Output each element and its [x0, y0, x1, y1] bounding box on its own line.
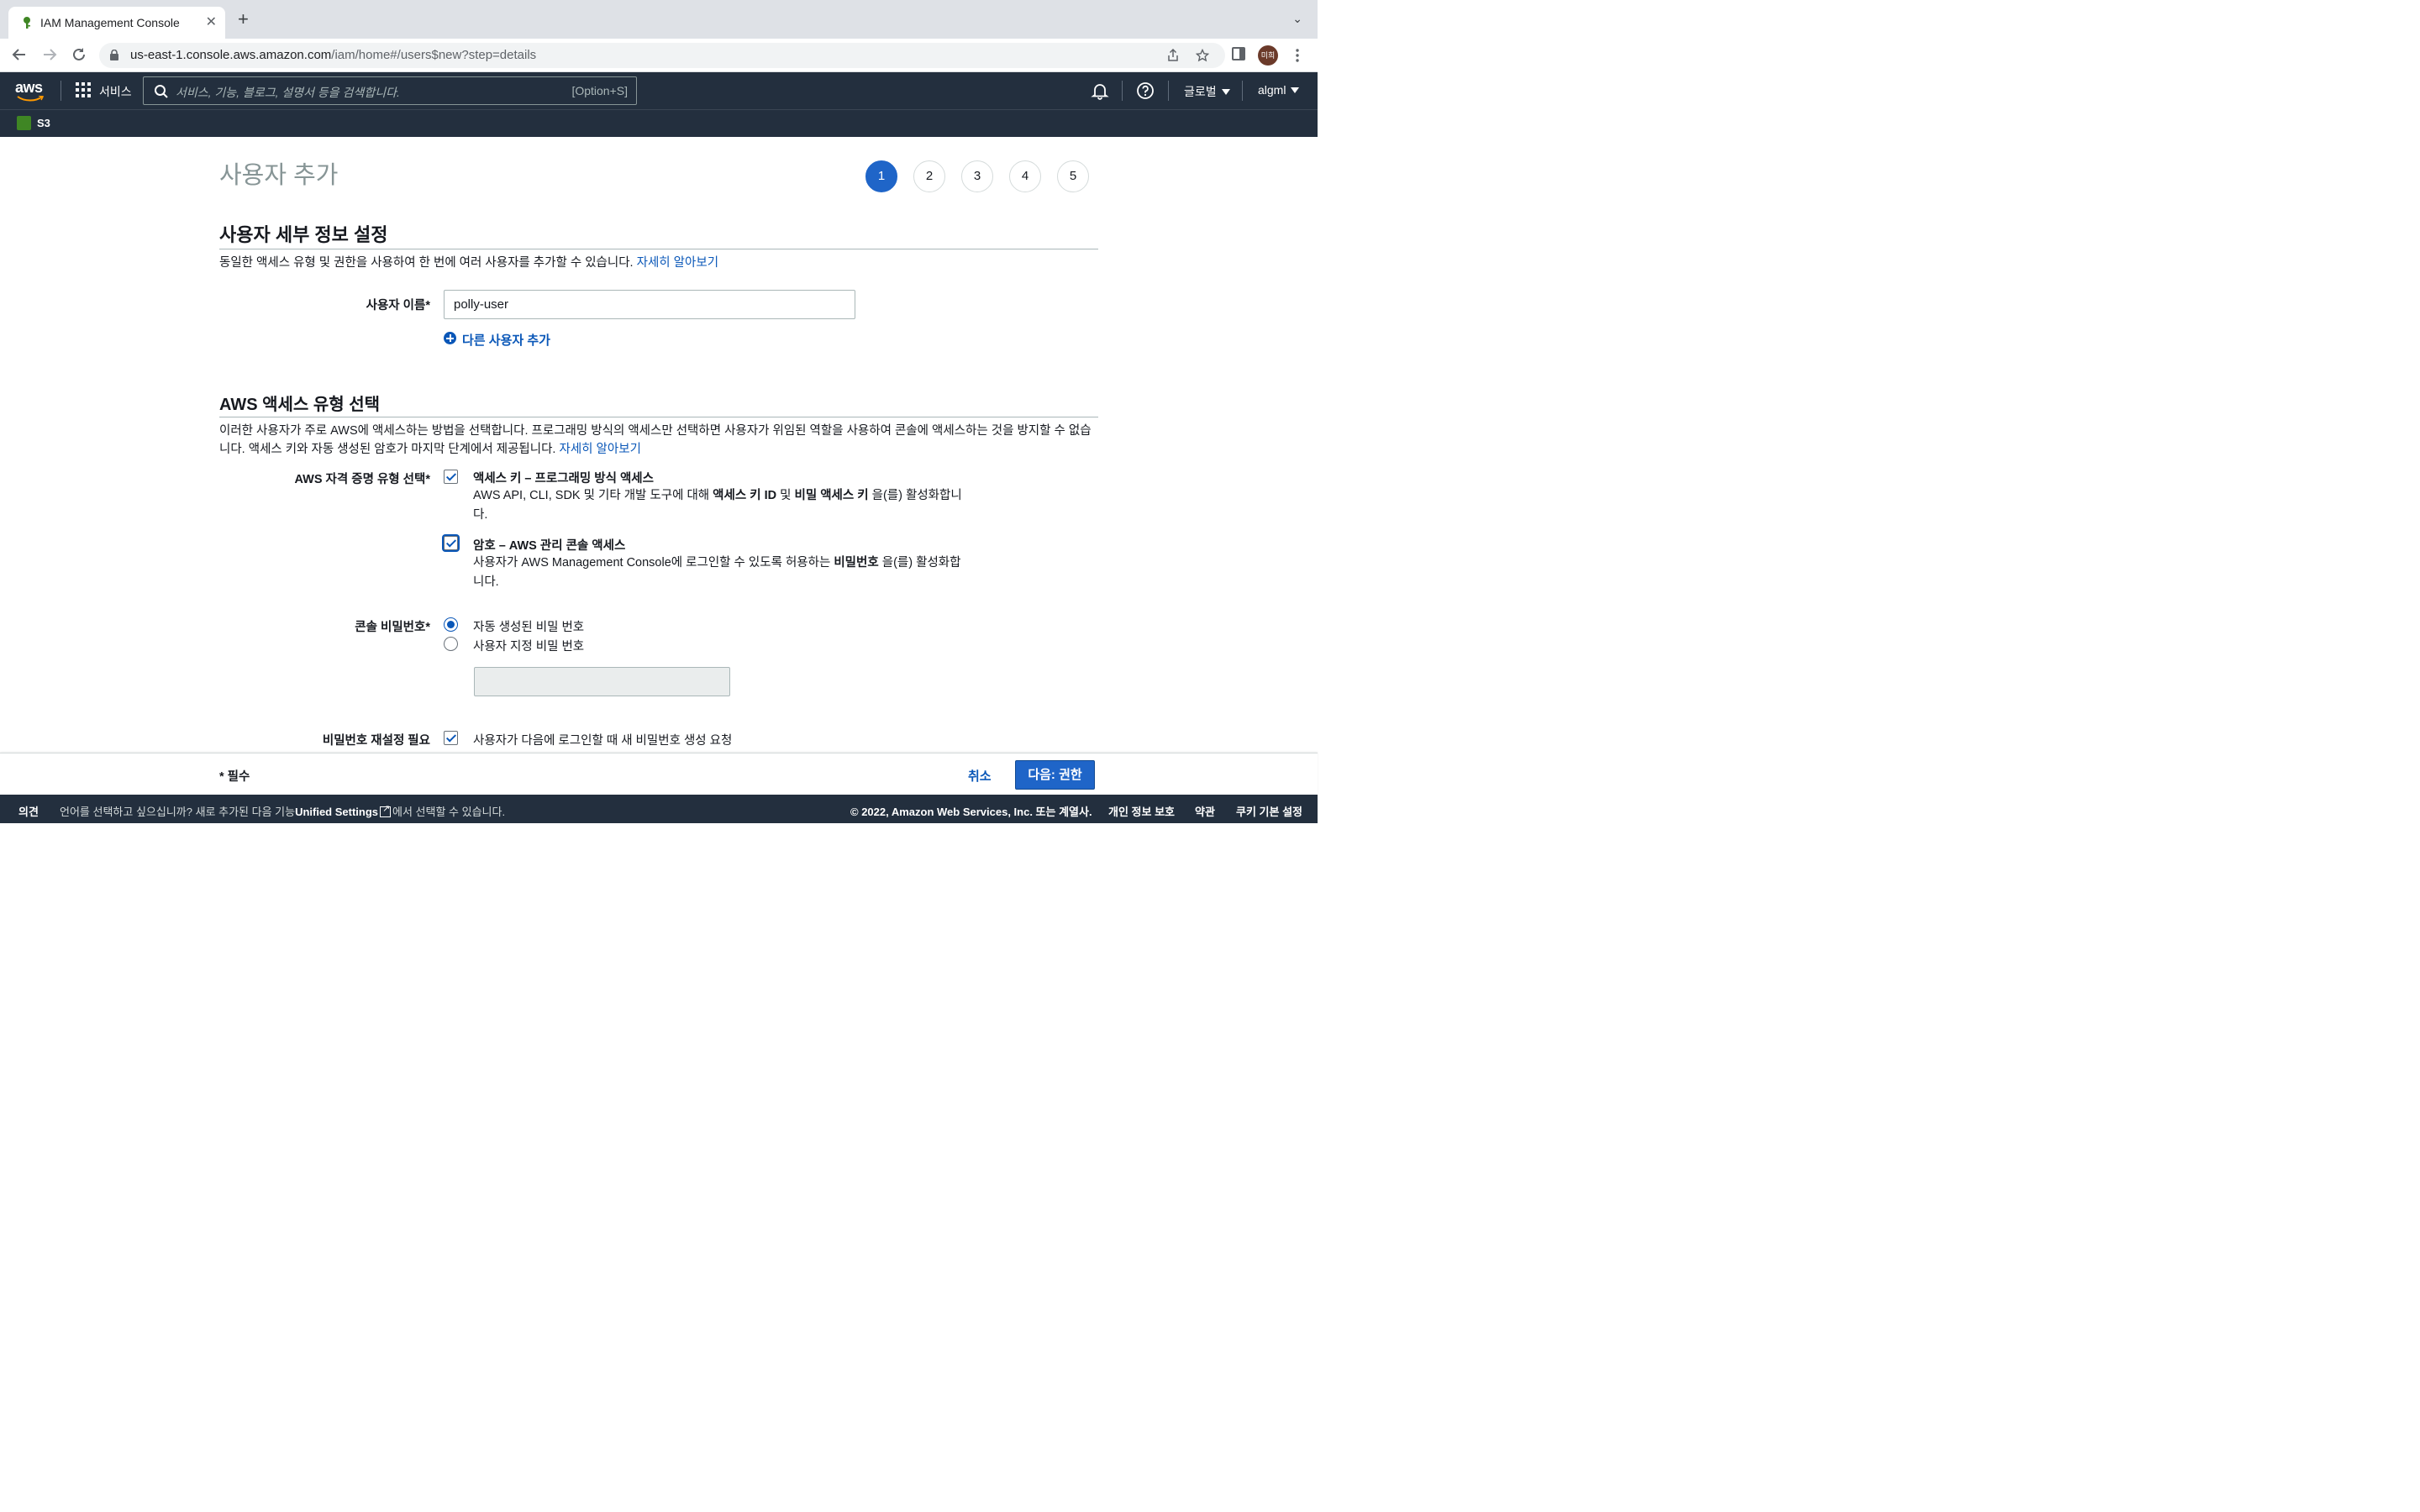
- custom-password-input: [474, 667, 730, 696]
- close-tab-icon[interactable]: ✕: [206, 13, 217, 30]
- profile-avatar[interactable]: 미희: [1258, 45, 1278, 66]
- iam-favicon-icon: [24, 17, 30, 29]
- reset-password-label: 비밀번호 재설정 필요: [322, 734, 430, 748]
- details-section-title: 사용자 세부 정보 설정: [219, 224, 388, 245]
- search-icon: [155, 85, 168, 98]
- reset-password-checkbox[interactable]: [444, 731, 458, 745]
- access-key-option-desc: AWS API, CLI, SDK 및 기타 개발 도구에 대해 액세스 키 I…: [473, 489, 962, 522]
- aws-logo[interactable]: aws: [15, 79, 47, 102]
- lock-icon: [110, 50, 118, 60]
- main-content: 사용자 추가 1 2 3 4 5 사용자 세부 정보 설정 동일한 액세스 유형…: [0, 137, 1318, 753]
- terms-link[interactable]: 약관: [1195, 803, 1215, 819]
- access-section-title: AWS 액세스 유형 선택: [219, 396, 381, 414]
- page-title: 사용자 추가: [219, 162, 339, 189]
- plus-circle-icon: [444, 332, 456, 344]
- console-password-checkbox[interactable]: [444, 536, 458, 550]
- access-key-checkbox[interactable]: [444, 470, 458, 484]
- step-5[interactable]: 5: [1057, 160, 1089, 192]
- region-selector[interactable]: 글로벌: [1184, 83, 1230, 100]
- tab-title: IAM Management Console: [40, 16, 180, 29]
- credential-type-label: AWS 자격 증명 유형 선택*: [294, 473, 430, 486]
- nav-divider: [1168, 81, 1169, 101]
- s3-bucket-icon: [17, 116, 31, 130]
- console-access-option-desc: 사용자가 AWS Management Console에 로그인할 수 있도록 …: [473, 556, 961, 589]
- search-shortcut: [Option+S]: [571, 84, 628, 97]
- cookie-preferences-link[interactable]: 쿠키 기본 설정: [1236, 803, 1302, 819]
- step-1[interactable]: 1: [865, 160, 897, 192]
- nav-divider: [60, 81, 61, 101]
- learn-more-link[interactable]: 자세히 알아보기: [637, 256, 718, 270]
- nav-divider: [1242, 81, 1243, 101]
- learn-more-link[interactable]: 자세히 알아보기: [560, 443, 641, 456]
- access-description: 이러한 사용자가 주로 AWS에 액세스하는 방법을 선택합니다. 프로그래밍 …: [219, 424, 1092, 456]
- screen: IAM Management Console ✕ + ⌄ us-east-1.c…: [0, 0, 1318, 823]
- search-input[interactable]: 서비스, 기능, 블로그, 설명서 등을 검색합니다. [Option+S]: [143, 76, 637, 105]
- step-2[interactable]: 2: [913, 160, 945, 192]
- next-permissions-button[interactable]: 다음: 권한: [1015, 760, 1095, 790]
- notifications-bell-icon[interactable]: [1091, 81, 1109, 100]
- access-key-option-title: 액세스 키 – 프로그래밍 방식 액세스: [473, 472, 654, 486]
- url-text: us-east-1.console.aws.amazon.com/iam/hom…: [130, 48, 537, 62]
- username-input[interactable]: [444, 290, 855, 319]
- side-panel-icon[interactable]: [1232, 47, 1245, 60]
- auto-password-radio[interactable]: [444, 617, 458, 632]
- cancel-button[interactable]: 취소: [968, 767, 992, 785]
- required-note: * 필수: [219, 770, 250, 784]
- privacy-link[interactable]: 개인 정보 보호: [1108, 803, 1175, 819]
- external-link-icon: [380, 803, 392, 817]
- nav-divider: [1122, 81, 1123, 101]
- account-menu[interactable]: algml: [1258, 83, 1300, 97]
- browser-toolbar: us-east-1.console.aws.amazon.com/iam/hom…: [0, 39, 1318, 72]
- help-icon[interactable]: [1136, 81, 1155, 100]
- aws-top-nav: aws 서비스 서비스, 기능, 블로그, 설명서 등을 검색합니다. [Opt…: [0, 72, 1318, 109]
- custom-password-label: 사용자 지정 비밀 번호: [473, 640, 585, 654]
- aws-smile-icon: [17, 96, 44, 102]
- tab-search-icon[interactable]: ⌄: [1292, 12, 1302, 26]
- console-footer: 의견 언어를 선택하고 싶으십니까? 새로 추가된 다음 기능Unified S…: [0, 795, 1318, 823]
- caret-down-icon: [1291, 87, 1300, 93]
- console-access-option-title: 암호 – AWS 관리 콘솔 액세스: [473, 539, 626, 553]
- action-bar: * 필수 취소 다음: 권한: [0, 753, 1318, 795]
- details-description: 동일한 액세스 유형 및 권한을 사용하여 한 번에 여러 사용자를 추가할 수…: [219, 256, 719, 270]
- favorites-bar: S3: [0, 109, 1318, 137]
- username-label: 사용자 이름*: [366, 299, 430, 312]
- more-menu-icon[interactable]: [1291, 48, 1304, 63]
- grid-icon: [76, 82, 91, 97]
- feedback-link[interactable]: 의견: [18, 803, 39, 819]
- console-password-label: 콘솔 비밀번호*: [355, 621, 430, 634]
- browser-tab[interactable]: IAM Management Console ✕: [8, 7, 225, 39]
- custom-password-radio[interactable]: [444, 637, 458, 651]
- star-icon[interactable]: [1196, 49, 1209, 62]
- unified-settings-link[interactable]: Unified Settings: [295, 806, 378, 818]
- back-arrow-icon[interactable]: [12, 47, 27, 62]
- step-3[interactable]: 3: [961, 160, 993, 192]
- step-4[interactable]: 4: [1009, 160, 1041, 192]
- browser-tab-strip: IAM Management Console ✕ + ⌄: [0, 0, 1318, 39]
- auto-password-label: 자동 생성된 비밀 번호: [473, 621, 585, 634]
- caret-down-icon: [1221, 89, 1230, 95]
- forward-arrow-icon[interactable]: [42, 47, 57, 62]
- language-notice: 언어를 선택하고 싶으십니까? 새로 추가된 다음 기능Unified Sett…: [60, 803, 505, 819]
- reload-icon[interactable]: [71, 47, 87, 62]
- search-placeholder: 서비스, 기능, 블로그, 설명서 등을 검색합니다.: [176, 86, 400, 99]
- share-icon[interactable]: [1166, 49, 1180, 62]
- new-tab-icon[interactable]: +: [238, 10, 249, 29]
- copyright: © 2022, Amazon Web Services, Inc. 또는 계열사…: [850, 806, 1092, 818]
- address-bar[interactable]: us-east-1.console.aws.amazon.com/iam/hom…: [99, 43, 1225, 68]
- reset-password-option: 사용자가 다음에 로그인할 때 새 비밀번호 생성 요청: [473, 734, 733, 748]
